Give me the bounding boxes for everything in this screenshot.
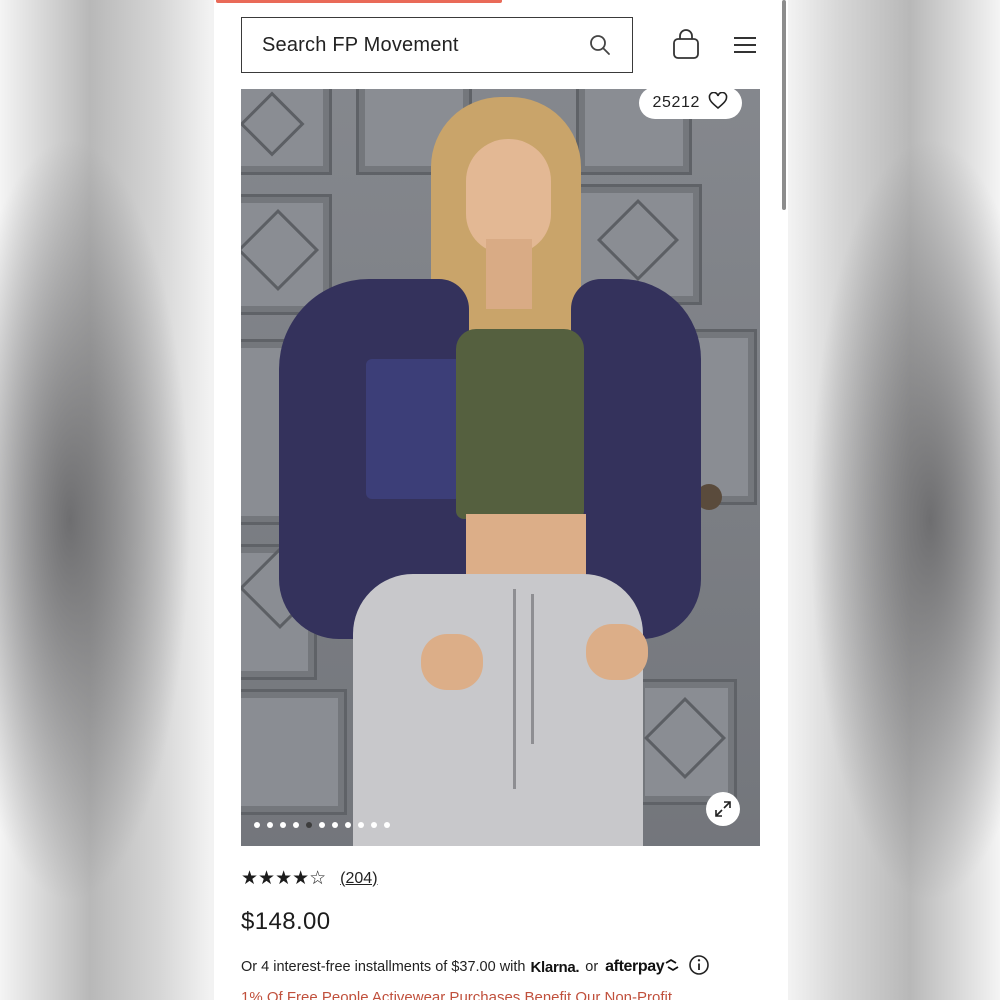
scrollbar[interactable] xyxy=(782,0,786,210)
product-image[interactable]: 25212 xyxy=(241,89,760,846)
carousel-dot[interactable] xyxy=(254,822,260,828)
afterpay-logo[interactable]: afterpay xyxy=(605,958,664,976)
heart-icon xyxy=(708,91,728,115)
search-input[interactable]: Search FP Movement xyxy=(241,17,633,73)
carousel-dot[interactable] xyxy=(384,822,390,828)
carousel-dot[interactable] xyxy=(358,822,364,828)
search-icon[interactable] xyxy=(588,33,612,57)
model-neck xyxy=(486,239,532,309)
klarna-logo[interactable]: Klarna. xyxy=(531,959,580,976)
installments-or: or xyxy=(585,959,599,975)
model-face xyxy=(466,139,551,254)
product-price: $148.00 xyxy=(241,908,331,935)
wishlist-count: 25212 xyxy=(652,94,700,111)
shopping-bag-icon[interactable] xyxy=(666,26,706,64)
carousel-dot[interactable] xyxy=(293,822,299,828)
carousel-dot[interactable] xyxy=(280,822,286,828)
top-accent-bar xyxy=(216,0,502,3)
expand-icon[interactable] xyxy=(706,792,740,826)
review-count-link[interactable]: (204) xyxy=(340,870,377,888)
carousel-dot-active[interactable] xyxy=(306,822,312,828)
wishlist-button[interactable]: 25212 xyxy=(638,89,742,119)
image-carousel-dots[interactable] xyxy=(254,822,390,828)
installments-text: Or 4 interest-free installments of $37.0… xyxy=(241,959,526,975)
carousel-dot[interactable] xyxy=(345,822,351,828)
carousel-dot[interactable] xyxy=(371,822,377,828)
door-panel xyxy=(241,689,347,815)
promo-link[interactable]: 1% Of Free People Activewear Purchases B… xyxy=(241,989,672,1000)
info-icon[interactable] xyxy=(688,954,710,980)
hamburger-menu-icon[interactable] xyxy=(727,28,763,62)
drawstring xyxy=(513,589,516,789)
afterpay-arrows-icon xyxy=(664,958,680,976)
carousel-dot[interactable] xyxy=(332,822,338,828)
search-placeholder: Search FP Movement xyxy=(262,33,459,56)
installments-message: Or 4 interest-free installments of $37.0… xyxy=(241,954,710,980)
crop-top xyxy=(456,329,584,519)
jacket-pocket-panel xyxy=(366,359,461,499)
model-hand-left xyxy=(421,634,483,690)
drawstring xyxy=(531,594,534,744)
mobile-page: Search FP Movement 25212 ★★★★☆ (204) $14… xyxy=(214,0,788,1000)
sweatpants xyxy=(353,574,643,846)
rating-stars: ★★★★☆ xyxy=(241,868,327,889)
carousel-dot[interactable] xyxy=(319,822,325,828)
model-hand-right xyxy=(586,624,648,680)
rating-row: ★★★★☆ (204) xyxy=(241,869,378,888)
carousel-dot[interactable] xyxy=(267,822,273,828)
